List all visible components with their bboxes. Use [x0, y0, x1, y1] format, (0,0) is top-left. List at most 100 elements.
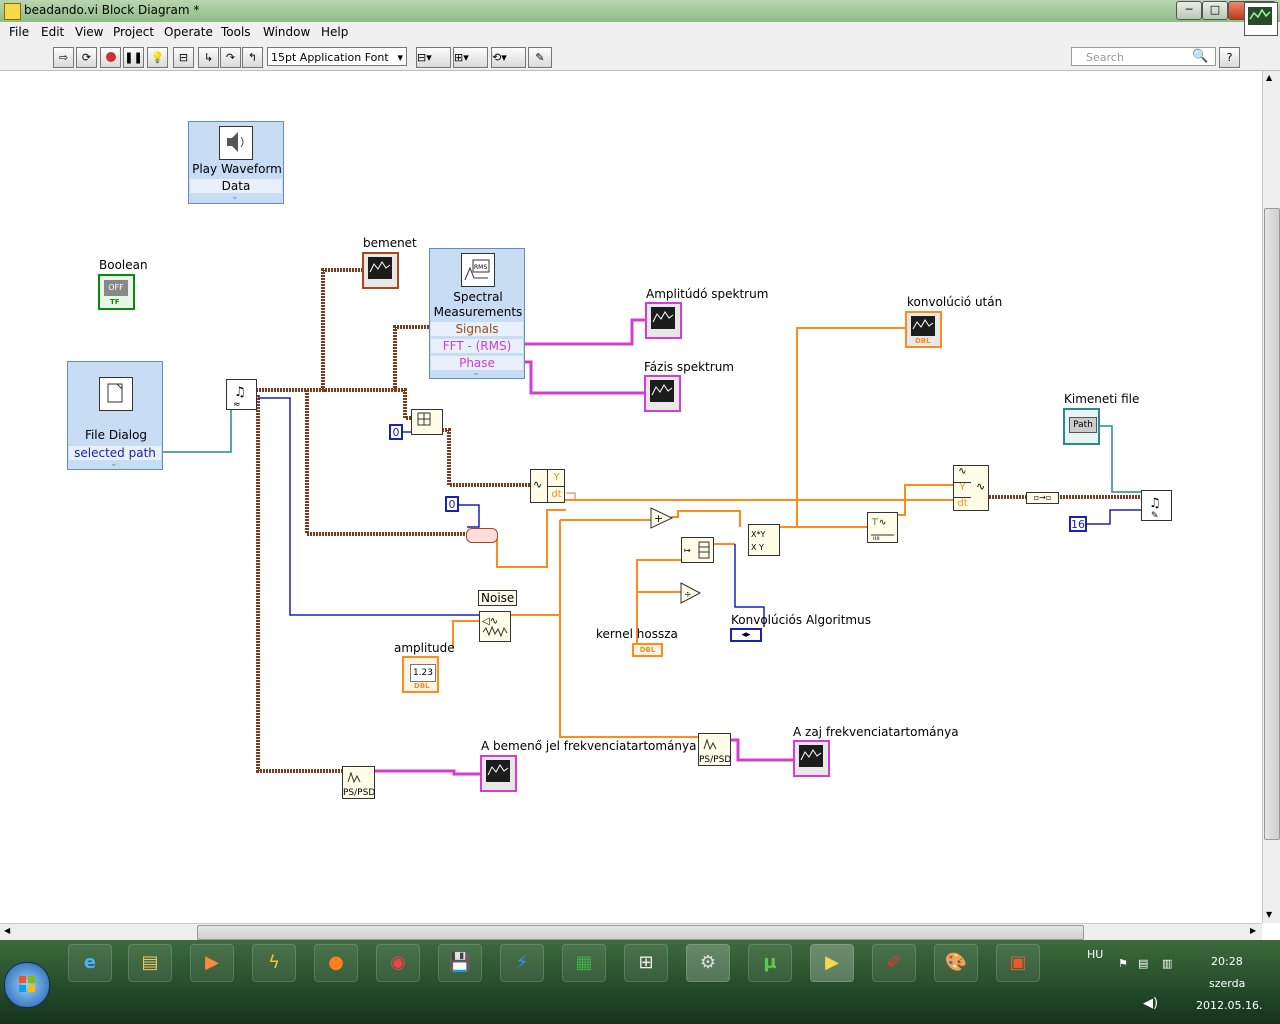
waveform-icon: ∿ [533, 478, 543, 491]
constant-zero-b[interactable]: 0 [445, 496, 459, 512]
build-waveform-dt-terminal[interactable]: dt [547, 486, 565, 503]
svg-text:♫: ♫ [1149, 496, 1161, 511]
kernel-hossza-terminal[interactable]: DBL [632, 643, 663, 657]
scroll-right-arrow-icon[interactable]: ▶ [1250, 926, 1256, 935]
waveform-to-dbl-node[interactable] [466, 528, 498, 543]
boolean-value: OFF [104, 280, 128, 296]
presentation-icon[interactable]: ▣ [996, 944, 1040, 982]
expand-arrow-icon[interactable]: ⌄ [472, 368, 480, 378]
zaj-frekvencia-graph-terminal[interactable] [793, 740, 830, 777]
power-spectrum-node-2[interactable]: PS/PSD [698, 733, 731, 766]
index-array-node[interactable]: ↦ [681, 537, 714, 563]
expand-arrow-icon[interactable]: ⌄ [231, 192, 239, 202]
music-note-icon: ♫≈ [233, 385, 246, 410]
network-icon[interactable]: ▤ [1138, 957, 1148, 970]
noise-label: Noise [478, 590, 518, 606]
horizontal-scrollbar-thumb[interactable] [197, 925, 1084, 940]
build-waveform-output-node[interactable]: ∿ Y dt ∿ [953, 465, 989, 511]
power-spectrum-node-1[interactable]: PS/PSD [342, 766, 375, 799]
labview-icon[interactable]: ▶ [810, 944, 854, 982]
acrobat-icon[interactable]: ✐ [872, 944, 916, 982]
tray-device-icon[interactable]: ▥ [1162, 957, 1172, 970]
amplitude-label: amplitude [394, 641, 455, 655]
play-waveform-data-terminal[interactable]: Data [190, 179, 282, 193]
spreadsheet-icon[interactable]: ▦ [562, 944, 606, 982]
build-waveform-dt-terminal-2[interactable]: dt [954, 497, 971, 511]
quick-launch-bolt-icon[interactable]: ⚡ [500, 944, 544, 982]
firefox-icon[interactable]: ● [314, 944, 358, 982]
to-dynamic-data-node[interactable]: ▫→▫ [1026, 492, 1059, 504]
build-waveform-y-terminal[interactable]: Y [547, 470, 565, 486]
svg-text:≈: ≈ [233, 400, 241, 409]
constant-zero-a[interactable]: 0 [389, 424, 403, 440]
file-explorer-icon[interactable]: ▤ [128, 944, 172, 982]
file-dialog-title: File Dialog [84, 428, 148, 442]
constant-sixteen[interactable]: 16 [1069, 516, 1087, 532]
amplitudo-spektrum-graph-terminal[interactable] [645, 302, 682, 339]
scroll-left-arrow-icon[interactable]: ◀ [4, 926, 10, 935]
graph-icon [911, 316, 935, 336]
expand-arrow-icon[interactable]: ⌄ [110, 459, 118, 469]
play-waveform-title: Play Waveform [192, 162, 282, 176]
spectrum-rms-icon: RMS [461, 253, 495, 287]
waveform-wires [256, 268, 1141, 773]
graph-icon [486, 760, 510, 782]
tray-flag-icon[interactable]: ⚑ [1118, 957, 1128, 970]
boolean-terminal[interactable]: OFF TF [98, 274, 135, 310]
spectral-fft-rms-terminal[interactable]: FFT - (RMS) [431, 339, 523, 353]
start-button[interactable] [4, 962, 50, 1008]
noise-generator-subvi[interactable]: ◁∿ [479, 611, 511, 642]
svg-text:ıııı: ıııı [873, 535, 880, 542]
spectral-signals-terminal[interactable]: Signals [431, 322, 523, 336]
internet-explorer-icon[interactable]: e [68, 944, 112, 982]
spectral-measurements-title: Spectral Measurements [433, 290, 523, 319]
fazis-spektrum-graph-terminal[interactable] [644, 375, 681, 412]
bemeno-frekvencia-label: A bemenő jel frekvenciatartománya [481, 739, 697, 753]
speaker-icon [219, 126, 253, 160]
sound-file-read-subvi[interactable]: ♫ ≈ [226, 379, 257, 410]
clock-time[interactable]: 20:28 [1211, 955, 1243, 968]
amplitude-control-terminal[interactable]: 1.23 DBL [402, 656, 439, 693]
scroll-down-arrow-icon[interactable]: ▼ [1266, 910, 1272, 919]
array-subset-node[interactable] [411, 409, 443, 435]
sound-file-write-subvi[interactable]: ♫ ✎ [1141, 490, 1172, 521]
bemeno-frekvencia-graph-terminal[interactable] [480, 755, 517, 792]
volume-icon[interactable]: ◀) [1143, 996, 1158, 1011]
paint-icon[interactable]: 🎨 [934, 944, 978, 982]
konvolucio-utan-graph-terminal[interactable]: DBL [905, 311, 942, 348]
svg-text:+: + [654, 512, 663, 525]
boolean-type: TF [110, 298, 120, 306]
ps-psd-label-2: PS/PSD [699, 755, 732, 765]
media-player-icon[interactable]: ▶ [190, 944, 234, 982]
file-dialog-selected-path-terminal[interactable]: selected path [69, 446, 161, 460]
play-waveform-express-vi[interactable]: Play Waveform Data ⌄ [188, 121, 284, 204]
chrome-icon[interactable]: ◉ [376, 944, 420, 982]
svg-text:♫: ♫ [234, 385, 246, 400]
scroll-up-arrow-icon[interactable]: ▲ [1266, 73, 1272, 82]
svg-text:✎: ✎ [1151, 511, 1159, 520]
reciprocal-node[interactable]: ÷ [680, 582, 702, 604]
utorrent-icon[interactable]: µ [748, 944, 792, 982]
graph-icon [368, 257, 392, 279]
vertical-scrollbar-thumb[interactable] [1264, 208, 1280, 840]
convolution-node[interactable]: X*Y X Y [748, 524, 780, 556]
build-waveform-y-terminal-2[interactable]: Y [954, 482, 971, 496]
konvolucios-algoritmus-enum[interactable]: ◂▸ [730, 628, 762, 642]
svg-text:⊤∿: ⊤∿ [871, 518, 886, 528]
svg-text:RMS: RMS [474, 264, 487, 271]
scale-delay-node[interactable]: ⊤∿ ıııı [867, 512, 898, 543]
waveform-icon: ∿ [954, 466, 971, 483]
spectral-measurements-express-vi[interactable]: RMS Spectral Measurements Signals FFT - … [429, 248, 525, 379]
bemenet-graph-terminal[interactable] [362, 252, 399, 289]
windows-flag-app-icon[interactable]: ⊞ [624, 944, 668, 982]
kimeneti-file-path-terminal[interactable]: Path [1063, 408, 1100, 445]
add-node[interactable]: + [650, 507, 674, 529]
build-waveform-node[interactable]: Y dt ∿ [530, 469, 565, 503]
language-indicator[interactable]: HU [1087, 948, 1103, 961]
konvolucio-utan-label: konvolúció után [907, 295, 1003, 309]
save-disk-icon[interactable]: 💾 [438, 944, 482, 982]
winamp-icon[interactable]: ϟ [252, 944, 296, 982]
steam-icon[interactable]: ⚙ [686, 944, 730, 982]
graph-icon [650, 380, 674, 402]
file-dialog-express-vi[interactable]: File Dialog selected path ⌄ [67, 361, 163, 470]
